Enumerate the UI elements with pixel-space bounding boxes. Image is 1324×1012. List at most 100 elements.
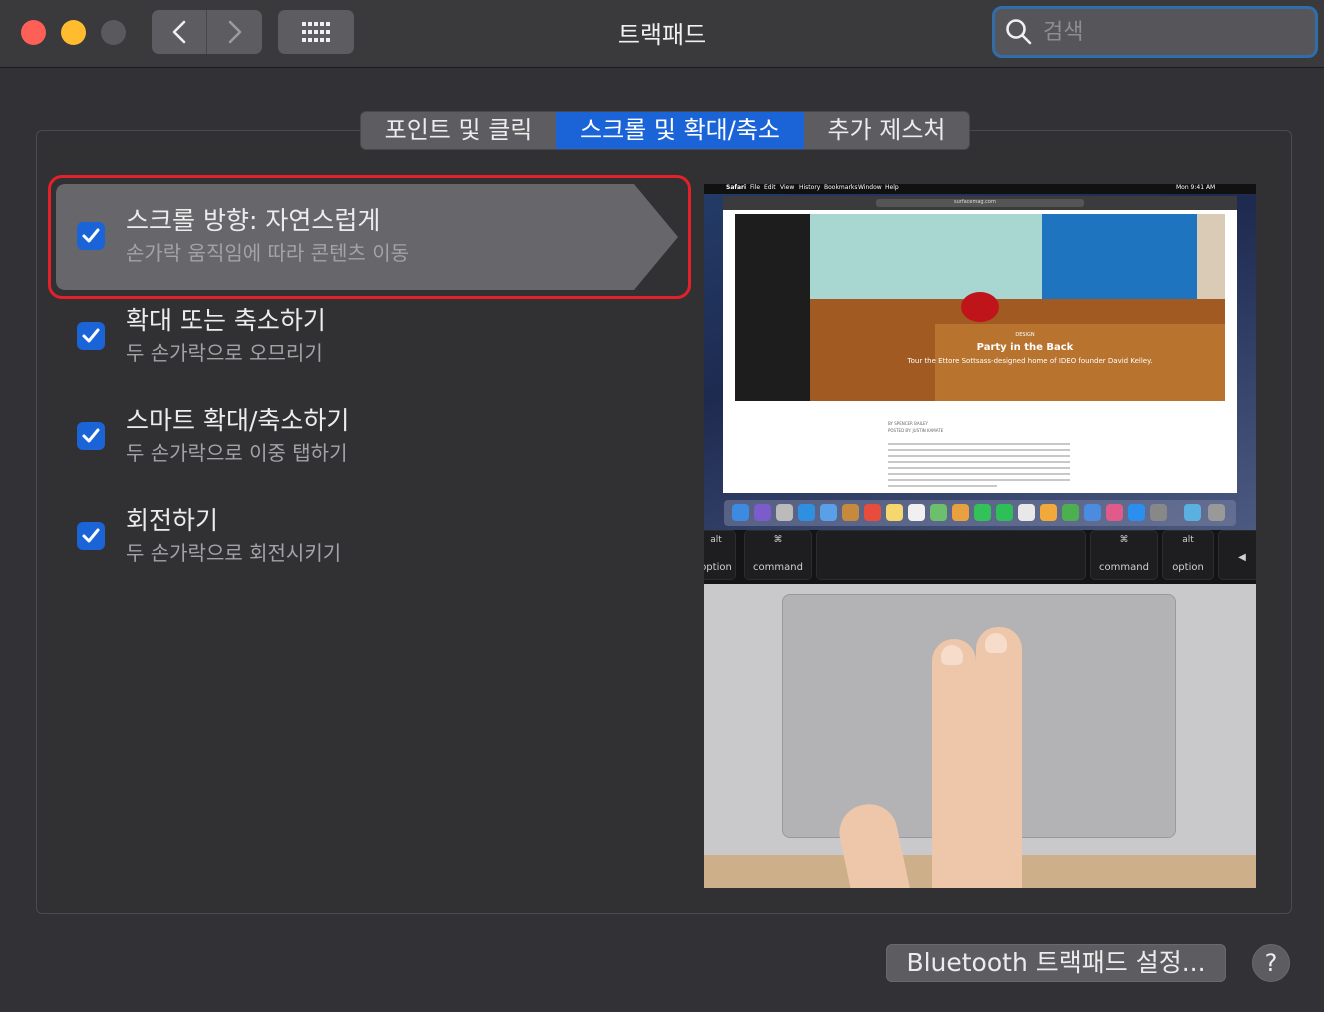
dock-app-icon <box>996 504 1013 521</box>
preview-key-option-left: alt option <box>704 530 736 580</box>
preview-photo-red-object <box>961 292 999 322</box>
fingernail <box>941 645 963 665</box>
dock-app-icon <box>1184 504 1201 521</box>
key-top-label: alt <box>710 535 722 545</box>
dock-app-icon <box>776 504 793 521</box>
preview-key-arrow-left: ◀ <box>1218 530 1256 580</box>
bluetooth-trackpad-setup-button[interactable]: Bluetooth 트랙패드 설정... <box>886 944 1226 982</box>
text-line <box>888 473 1070 475</box>
dock-app-icon <box>1018 504 1035 521</box>
key-bottom-label: command <box>753 562 803 573</box>
dock-app-icon <box>1150 504 1167 521</box>
back-button[interactable] <box>152 10 207 54</box>
help-button[interactable]: ? <box>1252 944 1290 982</box>
preview-menu-item: Bookmarks <box>824 184 858 191</box>
option-title: 스마트 확대/축소하기 <box>126 406 350 435</box>
dock-app-icon <box>886 504 903 521</box>
option-subtitle: 두 손가락으로 회전시키기 <box>126 541 342 565</box>
fingernail <box>985 633 1007 653</box>
minimize-window-button[interactable] <box>61 20 86 45</box>
preview-browser-window: surfacemag.com DESIGN Party in the Back … <box>723 196 1237 493</box>
key-top-label: alt <box>1182 535 1194 545</box>
preview-menu-item: Edit <box>764 184 776 191</box>
dock-app-icon <box>1062 504 1079 521</box>
search-input[interactable] <box>1043 19 1293 45</box>
close-window-button[interactable] <box>21 20 46 45</box>
preview-article-photo: DESIGN Party in the Back Tour the Ettore… <box>735 214 1225 401</box>
dock-trash-icon <box>1208 504 1225 521</box>
dock-app-icon <box>1040 504 1057 521</box>
checkmark-icon <box>82 228 100 243</box>
tab-point-and-click[interactable]: 포인트 및 클릭 <box>361 112 556 149</box>
window-title: 트랙패드 <box>617 21 707 49</box>
preview-clock: Mon 9:41 AM <box>1176 184 1216 191</box>
preview-browser-toolbar: surfacemag.com <box>723 196 1237 210</box>
option-title: 스크롤 방향: 자연스럽게 <box>126 206 381 235</box>
text-line <box>888 485 998 487</box>
option-subtitle: 두 손가락으로 오므리기 <box>126 341 323 365</box>
dock-app-icon <box>842 504 859 521</box>
scroll-direction-checkbox[interactable] <box>77 222 105 250</box>
preview-article-body: BY SPENCER BAILEY POSTED BY: JUSTIN KAMA… <box>888 421 1070 491</box>
option-subtitle: 손가락 움직임에 따라 콘텐츠 이동 <box>126 241 410 265</box>
preview-desktop: Safari File Edit View History Bookmarks … <box>704 184 1256 530</box>
preview-menu-item: Help <box>885 184 899 191</box>
grid-icon <box>302 22 330 42</box>
option-title: 확대 또는 축소하기 <box>126 306 326 335</box>
gesture-preview-video: Safari File Edit View History Bookmarks … <box>704 184 1256 888</box>
option-subtitle: 두 손가락으로 이중 탭하기 <box>126 441 348 465</box>
preview-byline: POSTED BY: JUSTIN KAMATE <box>888 428 944 433</box>
tab-scroll-and-zoom[interactable]: 스크롤 및 확대/축소 <box>556 112 804 149</box>
preview-laptop-body <box>704 584 1256 888</box>
text-line <box>888 443 1070 445</box>
text-line <box>888 467 1070 469</box>
smart-zoom-checkbox[interactable] <box>77 422 105 450</box>
preview-article-title: Party in the Back <box>976 342 1074 353</box>
checkmark-icon <box>82 528 100 543</box>
tab-bar: 포인트 및 클릭 스크롤 및 확대/축소 추가 제스처 <box>360 111 970 150</box>
option-smart-zoom[interactable]: 스마트 확대/축소하기 두 손가락으로 이중 탭하기 <box>56 384 656 484</box>
text-line <box>888 449 1070 451</box>
preview-article-subtitle: Tour the Ettore Sottsass-designed home o… <box>907 357 1153 365</box>
option-zoom-in-out[interactable]: 확대 또는 축소하기 두 손가락으로 오므리기 <box>56 284 656 384</box>
preview-menubar-app: Safari <box>726 184 747 191</box>
title-bar: 트랙패드 <box>0 0 1324 68</box>
preview-article-label: DESIGN <box>1015 332 1035 338</box>
tab-more-gestures[interactable]: 추가 제스처 <box>804 112 969 149</box>
navigation-buttons <box>152 10 262 54</box>
option-scroll-direction[interactable]: 스크롤 방향: 자연스럽게 손가락 움직임에 따라 콘텐츠 이동 <box>56 184 656 284</box>
option-rotate[interactable]: 회전하기 두 손가락으로 회전시키기 <box>56 484 656 584</box>
dock-app-icon <box>974 504 991 521</box>
dock-app-icon <box>864 504 881 521</box>
preview-key-space <box>816 530 1086 580</box>
preview-url-bar: surfacemag.com <box>876 199 1084 207</box>
text-line <box>888 455 1070 457</box>
preview-keyboard-row: alt option ⌘ command ⌘ command alt optio… <box>704 530 1256 584</box>
text-line <box>888 479 1070 481</box>
preview-photo-shadow <box>735 214 810 401</box>
preview-finger-index <box>932 639 976 888</box>
key-bottom-label: option <box>704 562 732 573</box>
forward-button[interactable] <box>207 10 262 54</box>
text-line <box>888 461 1070 463</box>
dock-app-icon <box>820 504 837 521</box>
chevron-right-icon <box>228 20 241 44</box>
dock-app-icon <box>1106 504 1123 521</box>
dock-app-icon <box>908 504 925 521</box>
dock-app-icon <box>754 504 771 521</box>
search-field[interactable] <box>992 6 1318 58</box>
show-all-button[interactable] <box>278 10 354 54</box>
preview-menu-item: View <box>780 184 795 191</box>
key-bottom-label: ◀ <box>1238 552 1246 563</box>
preview-menu-item: History <box>799 184 821 191</box>
rotate-checkbox[interactable] <box>77 522 105 550</box>
zoom-window-button[interactable] <box>101 20 126 45</box>
preview-url-text: surfacemag.com <box>954 199 996 205</box>
zoom-in-out-checkbox[interactable] <box>77 322 105 350</box>
preview-key-option-right: alt option <box>1162 530 1214 580</box>
preview-menu-item: File <box>750 184 761 191</box>
preview-byline: BY SPENCER BAILEY <box>888 421 928 426</box>
preview-finger-middle <box>976 627 1022 888</box>
option-title: 회전하기 <box>126 506 219 535</box>
key-top-label: ⌘ <box>1119 535 1129 545</box>
